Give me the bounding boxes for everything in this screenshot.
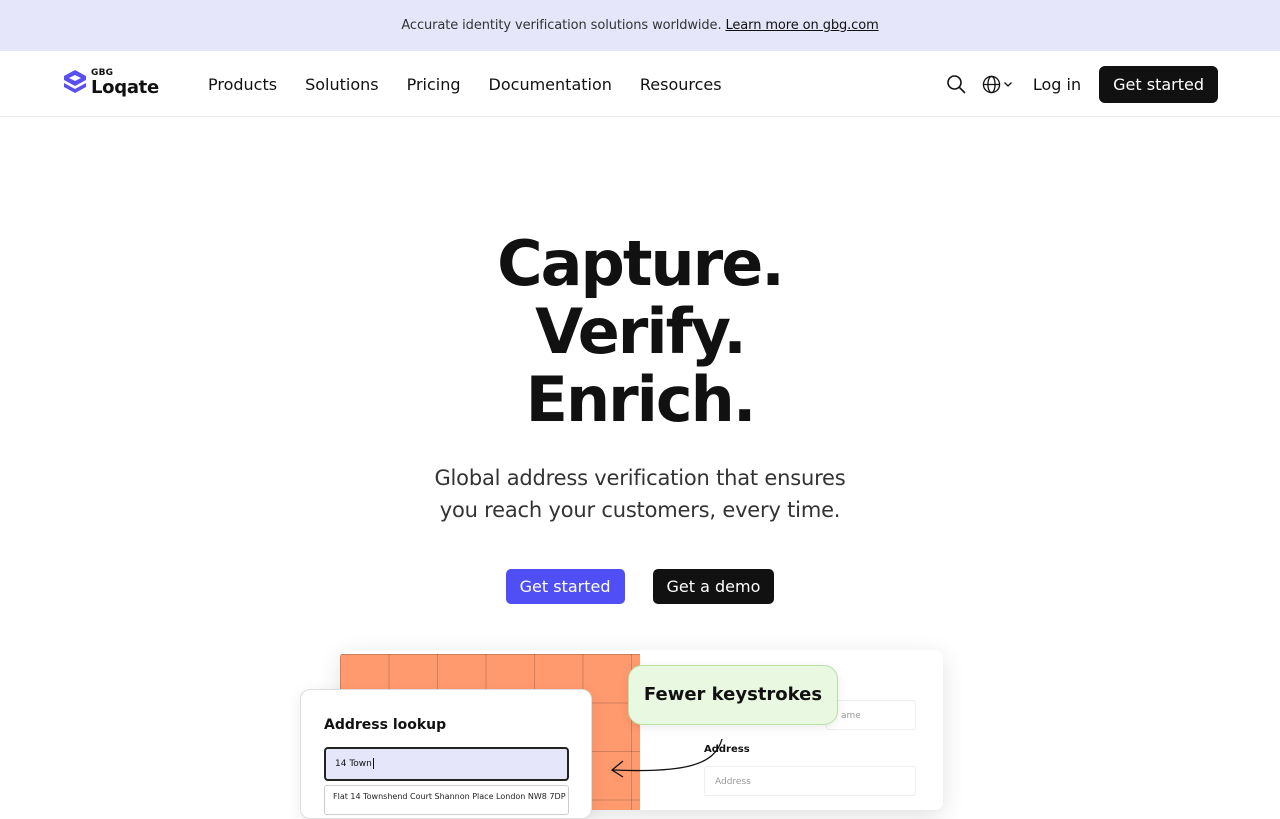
nav-item-pricing[interactable]: Pricing	[407, 75, 461, 94]
nav-item-resources[interactable]: Resources	[640, 75, 722, 94]
language-selector[interactable]	[982, 75, 1013, 94]
login-link[interactable]: Log in	[1033, 75, 1081, 94]
address-suggestion: Flat 14 Townshend Court Shannon Place Lo…	[324, 785, 569, 815]
get-started-button[interactable]: Get started	[505, 569, 625, 604]
get-demo-button[interactable]: Get a demo	[652, 569, 775, 604]
chevron-down-icon	[1003, 82, 1012, 87]
get-started-nav-button[interactable]: Get started	[1099, 65, 1218, 103]
search-button[interactable]	[946, 74, 982, 94]
address-lookup-title: Address lookup	[324, 717, 447, 733]
product-illustration: ame Address Address Address lookup 14 To…	[300, 650, 950, 819]
curved-arrow-icon	[610, 738, 723, 778]
hero-line-verify: Verify.	[535, 295, 747, 368]
nav-item-documentation[interactable]: Documentation	[489, 75, 612, 94]
globe-icon	[982, 75, 1001, 93]
hero-subtitle-line-2: you reach your customers, every time.	[439, 498, 841, 522]
hero-heading: Capture. Verify. Enrich.	[0, 230, 1280, 434]
logo-name: Loqate	[91, 77, 159, 98]
banner-text: Accurate identity verification solutions…	[401, 18, 722, 33]
logo-mark-icon	[64, 70, 86, 93]
search-icon	[947, 75, 966, 94]
loqate-logo[interactable]: GBG Loqate	[62, 68, 159, 98]
hero-cta-group: Get started Get a demo	[0, 569, 1280, 604]
address-field: Address	[704, 766, 916, 796]
announcement-banner: Accurate identity verification solutions…	[0, 0, 1280, 51]
banner-link[interactable]: Learn more on gbg.com	[726, 18, 879, 33]
nav-item-products[interactable]: Products	[208, 75, 277, 94]
hero-subtitle: Global address verification that ensures…	[0, 462, 1280, 526]
main-nav: GBG Loqate Products Solutions Pricing Do…	[0, 51, 1280, 117]
hero-subtitle-line-1: Global address verification that ensures	[434, 466, 846, 490]
name-field-partial: ame	[841, 711, 861, 721]
nav-actions: Log in Get started	[946, 51, 1218, 117]
address-lookup-input: 14 Town	[324, 747, 569, 781]
nav-item-solutions[interactable]: Solutions	[305, 75, 379, 94]
name-field: ame	[826, 700, 916, 730]
nav-menu: Products Solutions Pricing Documentation…	[208, 51, 750, 117]
fewer-keystrokes-bubble: Fewer keystrokes	[628, 665, 838, 725]
hero-line-enrich: Enrich.	[525, 363, 757, 436]
hero-line-capture: Capture.	[497, 227, 785, 300]
